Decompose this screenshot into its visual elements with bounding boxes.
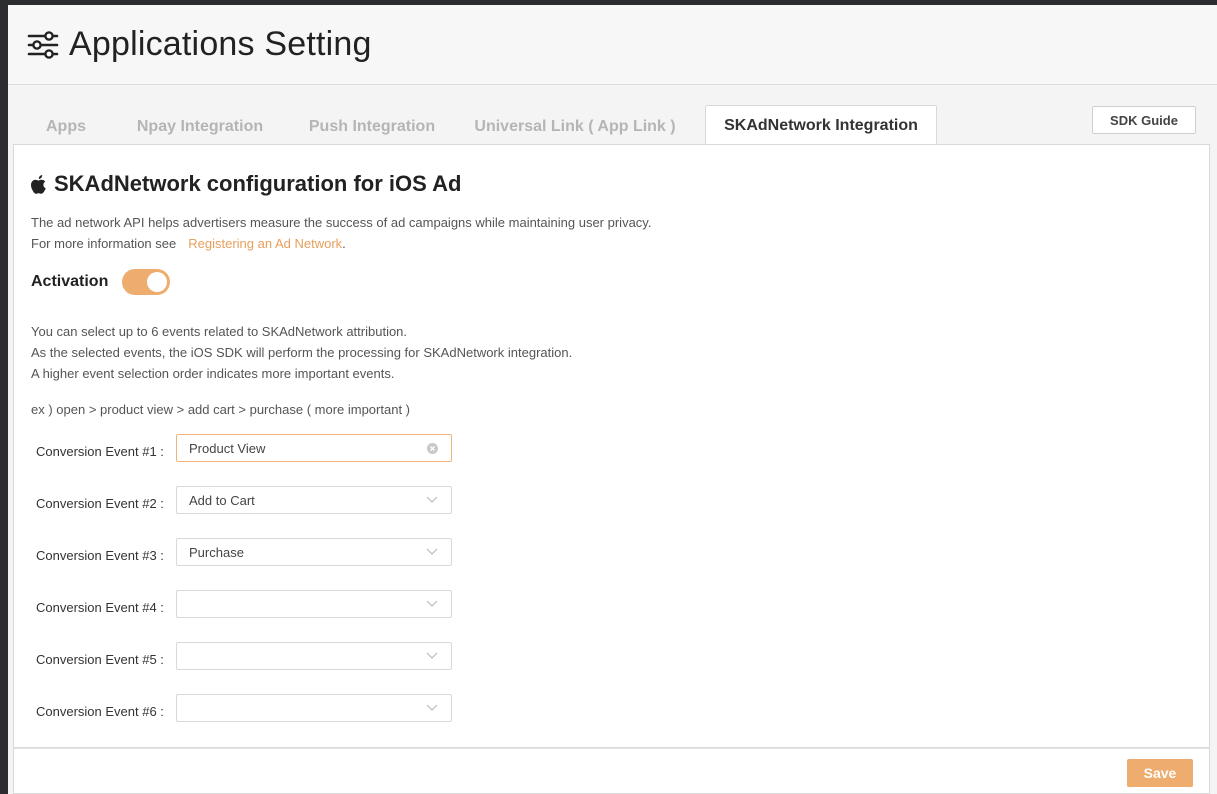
- description-prefix: For more information see: [31, 236, 177, 251]
- chevron-down-icon: [426, 600, 438, 607]
- tab-apps[interactable]: Apps: [30, 108, 102, 145]
- tab-skadnetwork-integration[interactable]: SKAdNetwork Integration: [705, 105, 937, 145]
- chevron-down-icon: [426, 496, 438, 503]
- apple-icon: [31, 174, 46, 194]
- panel-footer: Save: [13, 748, 1210, 794]
- activation-label: Activation: [31, 273, 109, 290]
- toggle-knob: [147, 272, 168, 292]
- conversion-event-label: Conversion Event #2 :: [36, 495, 164, 511]
- section-title: SKAdNetwork configuration for iOS Ad: [54, 171, 462, 196]
- description-line: The ad network API helps advertisers mea…: [31, 215, 652, 230]
- sdk-guide-button[interactable]: SDK Guide: [1092, 106, 1196, 134]
- description-suffix: .: [342, 236, 346, 251]
- conversion-event-3-select[interactable]: Purchase: [176, 538, 452, 566]
- tab-npay-integration[interactable]: Npay Integration: [120, 108, 280, 145]
- conversion-event-label: Conversion Event #5 :: [36, 651, 164, 667]
- selected-value: Product View: [189, 440, 266, 456]
- info-line: A higher event selection order indicates…: [31, 366, 395, 381]
- section-header: SKAdNetwork configuration for iOS Ad: [31, 171, 461, 197]
- conversion-event-5-select[interactable]: [176, 642, 452, 670]
- activation-toggle[interactable]: [122, 269, 171, 295]
- page-header: Applications Setting: [8, 5, 1217, 85]
- chevron-down-icon: [426, 652, 438, 659]
- conversion-event-1-select[interactable]: Product View: [176, 434, 452, 462]
- conversion-event-label: Conversion Event #3 :: [36, 547, 164, 563]
- conversion-event-6-select[interactable]: [176, 694, 452, 722]
- conversion-event-row: Conversion Event #2 : Add to Cart: [36, 486, 452, 514]
- save-button[interactable]: Save: [1127, 759, 1193, 787]
- tab-universal-link[interactable]: Universal Link ( App Link ): [468, 108, 682, 145]
- info-line: As the selected events, the iOS SDK will…: [31, 345, 573, 360]
- conversion-event-row: Conversion Event #1 : Product View: [36, 434, 452, 462]
- conversion-event-row: Conversion Event #4 :: [36, 590, 452, 618]
- app-window: Applications Setting Apps Npay Integrati…: [8, 5, 1217, 794]
- conversion-event-label: Conversion Event #6 :: [36, 703, 164, 719]
- event-info: You can select up to 6 events related to…: [31, 321, 572, 384]
- page-title: Applications Setting: [69, 25, 372, 63]
- selected-value: Purchase: [189, 544, 244, 560]
- description-line-with-link: For more information see Registering an A…: [31, 233, 651, 254]
- registering-ad-network-link[interactable]: Registering an Ad Network: [188, 236, 342, 251]
- chevron-down-icon: [426, 548, 438, 555]
- chevron-down-icon: [426, 704, 438, 711]
- event-example: ex ) open > product view > add cart > pu…: [31, 402, 410, 417]
- info-line: You can select up to 6 events related to…: [31, 324, 408, 339]
- clear-icon[interactable]: [427, 443, 438, 454]
- conversion-event-row: Conversion Event #5 :: [36, 642, 452, 670]
- conversion-event-label: Conversion Event #1 :: [36, 443, 164, 459]
- conversion-event-row: Conversion Event #6 :: [36, 694, 452, 722]
- conversion-event-label: Conversion Event #4 :: [36, 599, 164, 615]
- activation-row: Activation: [31, 269, 171, 295]
- conversion-event-2-select[interactable]: Add to Cart: [176, 486, 452, 514]
- conversion-event-4-select[interactable]: [176, 590, 452, 618]
- conversion-event-row: Conversion Event #3 : Purchase: [36, 538, 452, 566]
- skadnetwork-panel: SKAdNetwork configuration for iOS Ad The…: [13, 144, 1210, 748]
- sliders-icon: [25, 27, 61, 63]
- tab-push-integration[interactable]: Push Integration: [292, 108, 452, 145]
- tab-bar: Apps Npay Integration Push Integration U…: [8, 102, 1217, 145]
- section-description: The ad network API helps advertisers mea…: [31, 212, 651, 254]
- selected-value: Add to Cart: [189, 492, 255, 508]
